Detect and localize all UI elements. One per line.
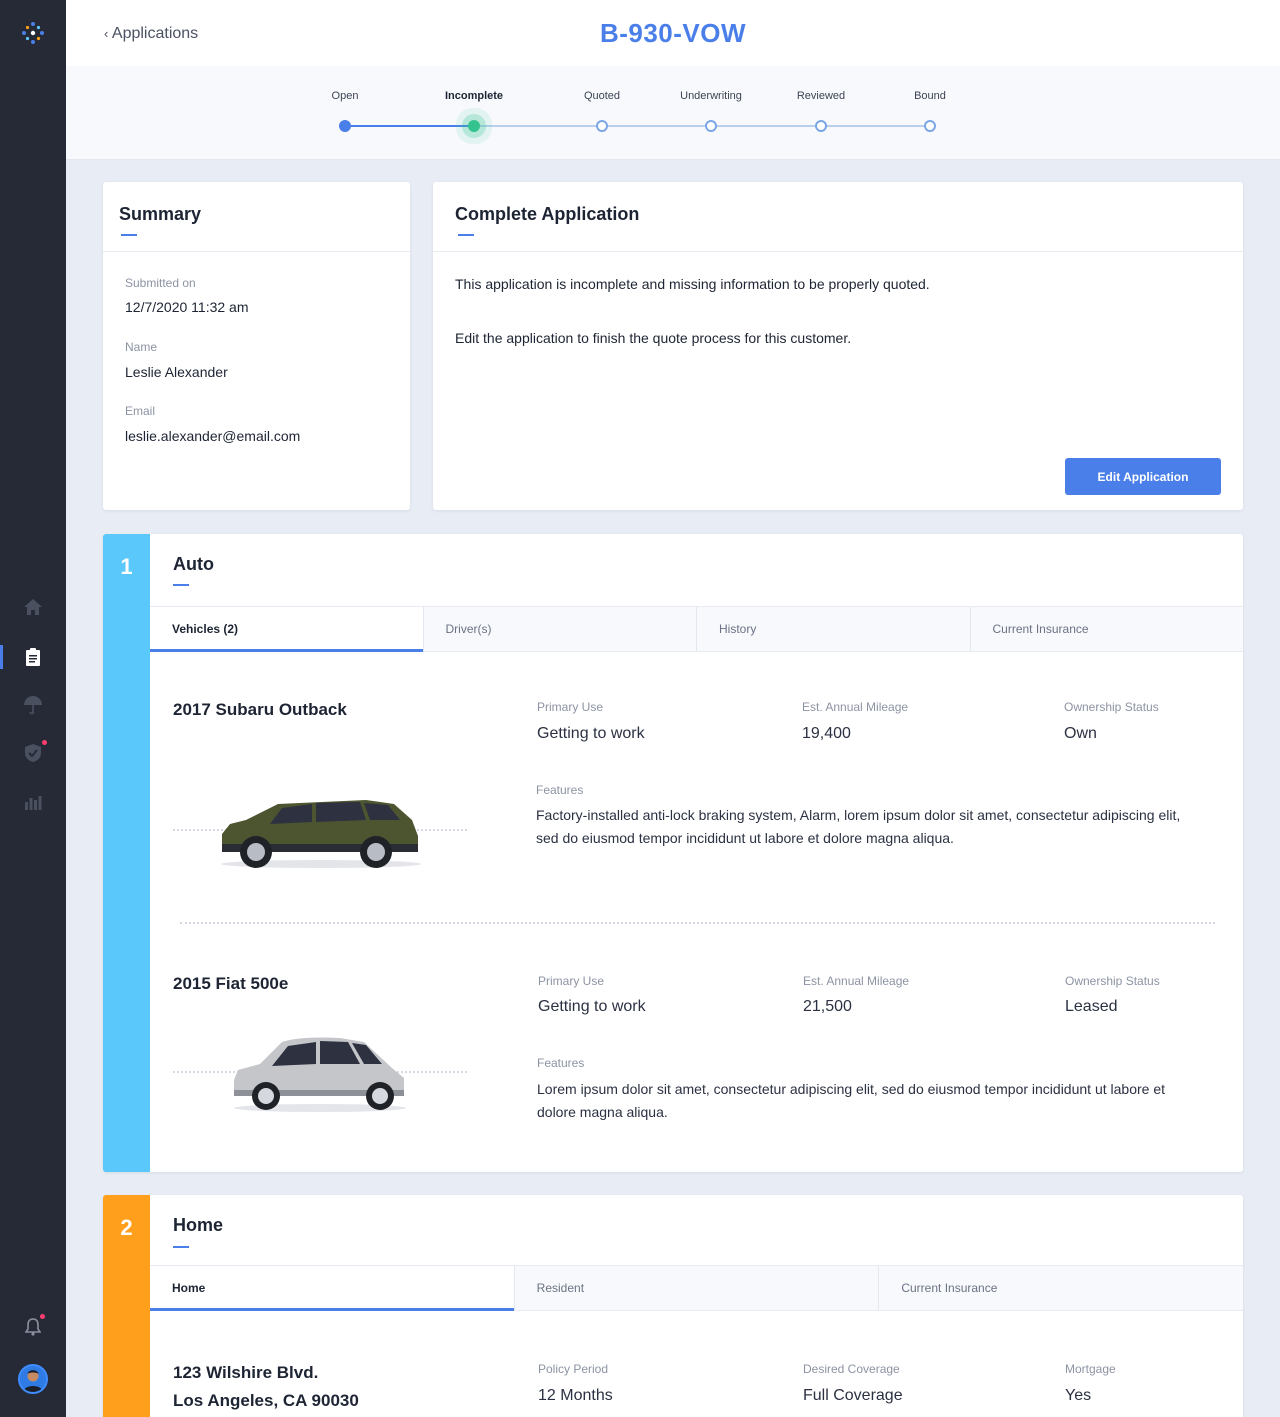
address-line1: 123 Wilshire Blvd. [173, 1363, 319, 1382]
ownership-value: Own [1064, 725, 1097, 742]
step-dot-underwriting[interactable] [705, 120, 717, 132]
complete-card-header: Complete Application [433, 182, 1243, 252]
title-underline [173, 1246, 189, 1248]
mileage-value: 19,400 [802, 725, 851, 742]
summary-card: Summary Submitted on 12/7/2020 11:32 am … [103, 182, 410, 510]
ownership-label: Ownership Status [1065, 974, 1160, 988]
analytics-icon[interactable] [20, 789, 46, 815]
summary-card-header: Summary [103, 182, 410, 252]
active-indicator [0, 645, 3, 669]
sidebar [0, 0, 66, 1417]
step-dot-bound[interactable] [924, 120, 936, 132]
complete-title: Complete Application [455, 204, 640, 224]
step-label-incomplete: Incomplete [444, 90, 504, 102]
vehicle-name: 2015 Fiat 500e [173, 974, 289, 993]
submitted-value: 12/7/2020 11:32 am [125, 299, 249, 315]
suv-car-image [216, 796, 426, 877]
tab-vehicles[interactable]: Vehicles (2) [150, 607, 424, 652]
page-title: B-930-VOW [599, 18, 747, 48]
step-label-quoted: Quoted [583, 90, 621, 102]
auto-section-number: 1 [120, 554, 133, 579]
tab-drivers[interactable]: Driver(s) [424, 607, 697, 651]
auto-section-band [103, 534, 150, 1172]
complete-application-card: Complete Application This application is… [433, 182, 1243, 510]
primary-use-label: Primary Use [538, 974, 605, 988]
step-dot-reviewed[interactable] [815, 120, 827, 132]
summary-title: Summary [119, 204, 202, 224]
tab-resident[interactable]: Resident [515, 1266, 880, 1310]
step-dot-incomplete[interactable] [468, 120, 480, 132]
bell-notification-dot [40, 1314, 45, 1319]
mileage-label: Est. Annual Mileage [802, 700, 909, 714]
step-label-bound: Bound [914, 90, 946, 102]
mileage-value: 21,500 [803, 998, 852, 1015]
step-dot-quoted[interactable] [596, 120, 608, 132]
stepper-remaining-line [474, 125, 930, 127]
features-text: Lorem ipsum dolor sit amet, consectetur … [537, 1081, 1165, 1120]
auto-tabs: Vehicles (2) Driver(s) History Current I… [150, 606, 1243, 652]
ownership-label: Ownership Status [1064, 700, 1159, 714]
stepper-progress-line [345, 125, 474, 127]
auto-section-title: Auto [173, 554, 214, 574]
home-tabs: Home Resident Current Insurance [150, 1265, 1243, 1311]
primary-use-label: Primary Use [537, 700, 604, 714]
title-underline [121, 234, 137, 236]
ownership-value: Leased [1065, 998, 1118, 1015]
status-stepper: Open Incomplete Quoted Underwriting Revi… [66, 66, 1280, 160]
incomplete-message: This application is incomplete and missi… [455, 276, 930, 292]
tab-history[interactable]: History [697, 607, 971, 651]
umbrella-icon[interactable] [20, 692, 46, 718]
edit-instruction: Edit the application to finish the quote… [455, 330, 852, 346]
mortgage-value: Yes [1065, 1387, 1092, 1404]
desired-coverage-label: Desired Coverage [803, 1362, 900, 1376]
tab-current-insurance[interactable]: Current Insurance [879, 1266, 1243, 1310]
tab-current-insurance[interactable]: Current Insurance [971, 607, 1244, 651]
auto-section: 1 Auto Vehicles (2) Driver(s) History Cu… [103, 534, 1243, 1172]
hatchback-car-image [230, 1034, 410, 1121]
title-underline [173, 584, 189, 586]
vehicle-divider [180, 922, 1215, 924]
step-dot-open[interactable] [339, 120, 351, 132]
mortgage-label: Mortgage [1065, 1362, 1116, 1376]
home-section-number: 2 [120, 1215, 133, 1240]
title-underline [458, 234, 474, 236]
policy-period-value: 12 Months [538, 1387, 613, 1404]
step-label-open: Open [331, 90, 359, 102]
home-icon[interactable] [20, 594, 46, 620]
email-label: Email [125, 404, 156, 418]
home-section: 2 Home Home Resident Current Insurance 1… [103, 1195, 1243, 1417]
step-label-underwriting: Underwriting [680, 90, 742, 102]
vehicle-name: 2017 Subaru Outback [173, 700, 347, 719]
logo-icon[interactable] [20, 20, 46, 46]
name-value: Leslie Alexander [125, 364, 228, 380]
tab-home[interactable]: Home [150, 1266, 515, 1311]
features-text: Factory-installed anti-lock braking syst… [536, 807, 1181, 846]
home-section-title: Home [173, 1215, 224, 1235]
submitted-label: Submitted on [125, 276, 196, 290]
name-label: Name [125, 340, 158, 354]
policy-period-label: Policy Period [538, 1362, 609, 1376]
features-label: Features [536, 783, 584, 797]
features-label: Features [537, 1056, 585, 1070]
primary-use-value: Getting to work [538, 998, 646, 1015]
avatar[interactable] [18, 1364, 48, 1394]
primary-use-value: Getting to work [537, 725, 645, 742]
step-label-reviewed: Reviewed [796, 90, 846, 102]
shield-notification-dot [42, 740, 47, 745]
edit-application-button[interactable]: Edit Application [1065, 458, 1221, 495]
clipboard-icon[interactable] [20, 644, 46, 670]
top-header: ‹ Applications B-930-VOW [66, 0, 1280, 66]
desired-coverage-value: Full Coverage [803, 1387, 903, 1404]
mileage-label: Est. Annual Mileage [803, 974, 910, 988]
email-value: leslie.alexander@email.com [125, 428, 301, 444]
address-line2: Los Angeles, CA 90030 [173, 1391, 359, 1410]
